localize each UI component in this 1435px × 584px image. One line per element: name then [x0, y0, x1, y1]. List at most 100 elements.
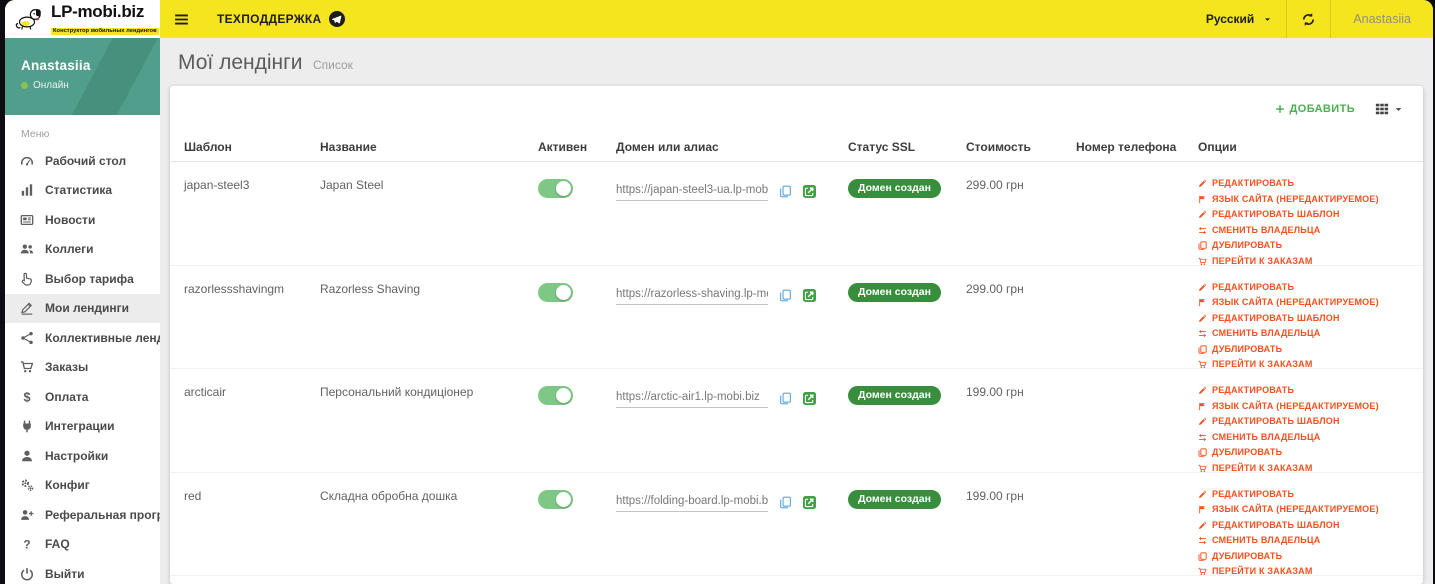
- copy-domain-icon[interactable]: [779, 392, 792, 408]
- option-site-language[interactable]: ЯЗЫК САЙТА (НЕРЕДАКТИРУЕМОЕ): [1198, 502, 1413, 518]
- option-edit-template[interactable]: РЕДАКТИРОВАТЬ ШАБЛОН: [1198, 414, 1413, 430]
- open-site-icon[interactable]: [803, 392, 816, 405]
- menu-section-label: Меню: [21, 128, 50, 140]
- cell-landing-name: Персональний кондиціонер: [320, 385, 474, 399]
- table-row: japan-steel3 Japan Steel https://japan-s…: [170, 162, 1423, 266]
- column-header: Номер телефона: [1076, 139, 1177, 154]
- edit-icon: [1198, 386, 1208, 395]
- option-duplicate[interactable]: ДУБЛИРОВАТЬ: [1198, 549, 1413, 565]
- page-header: Мої лендінги Список: [160, 38, 1433, 86]
- sidebar: Anastasiia Онлайн Меню Рабочий стол Стат…: [5, 38, 195, 584]
- table-grid-icon: [1375, 102, 1389, 116]
- cell-price: 299.00 грн: [966, 178, 1024, 192]
- domain-input[interactable]: https://arctic-air1.lp-mobi.biz: [616, 391, 768, 408]
- option-site-language[interactable]: ЯЗЫК САЙТА (НЕРЕДАКТИРУЕМОЕ): [1198, 399, 1413, 415]
- sidebar-item-tariff[interactable]: Выбор тарифа: [5, 264, 160, 294]
- sidebar-item-orders[interactable]: Заказы: [5, 353, 160, 383]
- cell-options: РЕДАКТИРОВАТЬ ЯЗЫК САЙТА (НЕРЕДАКТИРУЕМО…: [1198, 383, 1423, 476]
- sidebar-item-collective-landings[interactable]: Коллективные лендинги: [5, 323, 191, 353]
- exchange-icon: [1198, 226, 1208, 235]
- option-change-owner[interactable]: СМЕНИТЬ ВЛАДЕЛЬЦА: [1198, 533, 1413, 549]
- copy-domain-icon[interactable]: [779, 185, 792, 201]
- option-go-to-orders[interactable]: ПЕРЕЙТИ К ЗАКАЗАМ: [1198, 357, 1413, 373]
- refresh-icon: [1301, 12, 1316, 27]
- sidebar-item-logout[interactable]: Выйти: [5, 559, 160, 584]
- sidebar-item-payment[interactable]: $ Оплата: [5, 382, 160, 412]
- support-button[interactable]: ТЕХПОДДЕРЖКА: [203, 0, 359, 38]
- option-change-owner[interactable]: СМЕНИТЬ ВЛАДЕЛЬЦА: [1198, 223, 1413, 239]
- chevron-down-icon: [1263, 15, 1272, 24]
- online-status-dot: [21, 82, 28, 89]
- menu-toggle-button[interactable]: [160, 0, 203, 38]
- option-go-to-orders[interactable]: ПЕРЕЙТИ К ЗАКАЗАМ: [1198, 564, 1413, 580]
- user-menu[interactable]: Anastasiia: [1331, 0, 1433, 38]
- cart-icon: [1198, 360, 1208, 369]
- option-edit[interactable]: РЕДАКТИРОВАТЬ: [1198, 280, 1413, 296]
- sidebar-item-config[interactable]: Конфиг: [5, 471, 160, 501]
- domain-input[interactable]: https://folding-board.lp-mobi.biz: [616, 495, 768, 512]
- option-edit-template[interactable]: РЕДАКТИРОВАТЬ ШАБЛОН: [1198, 311, 1413, 327]
- sidebar-item-my-landings[interactable]: Мои лендинги: [5, 293, 160, 323]
- open-site-icon[interactable]: [803, 185, 816, 198]
- option-go-to-orders[interactable]: ПЕРЕЙТИ К ЗАКАЗАМ: [1198, 254, 1413, 270]
- active-toggle[interactable]: [538, 179, 573, 198]
- open-site-icon[interactable]: [803, 288, 816, 302]
- active-toggle[interactable]: [538, 489, 573, 509]
- edit-icon: [1198, 283, 1208, 292]
- refresh-button[interactable]: [1287, 0, 1330, 38]
- brand-text: LP-mobi.biz Конструктор мобильных лендин…: [51, 3, 159, 36]
- add-button-label: ДОБАВИТЬ: [1289, 103, 1355, 115]
- table-row: red Складна обробна дошка https://foldin…: [170, 473, 1423, 580]
- cell-ssl-status: Домен создан: [848, 178, 966, 198]
- logo[interactable]: LP-mobi.biz Конструктор мобильных лендин…: [5, 0, 160, 38]
- cell-landing-name: Japan Steel: [320, 178, 384, 192]
- copy-domain-icon[interactable]: [779, 496, 792, 512]
- chevron-down-icon: [1394, 105, 1403, 114]
- option-edit-template[interactable]: РЕДАКТИРОВАТЬ ШАБЛОН: [1198, 207, 1413, 223]
- add-button[interactable]: ДОБАВИТЬ: [1275, 103, 1356, 115]
- cell-template-name: arcticair: [184, 385, 227, 399]
- option-site-language[interactable]: ЯЗЫК САЙТА (НЕРЕДАКТИРУЕМОЕ): [1198, 295, 1413, 311]
- sidebar-item-integrations[interactable]: Интеграции: [5, 412, 160, 442]
- sidebar-item-dashboard[interactable]: Рабочий стол: [5, 146, 160, 176]
- sidebar-item-news[interactable]: Новости: [5, 205, 160, 235]
- cell-landing-name: Складна обробна дошка: [320, 488, 458, 503]
- domain-input[interactable]: https://japan-steel3-ua.lp-mobi.biz: [616, 184, 768, 201]
- duplicate-icon: [1198, 241, 1208, 251]
- open-site-icon[interactable]: [803, 495, 816, 509]
- option-duplicate[interactable]: ДУБЛИРОВАТЬ: [1198, 342, 1413, 358]
- main-content: Мої лендінги Список ДОБАВИТЬ Шаблон Назв…: [160, 38, 1433, 584]
- view-mode-dropdown[interactable]: [1375, 102, 1403, 116]
- option-change-owner[interactable]: СМЕНИТЬ ВЛАДЕЛЬЦА: [1198, 430, 1413, 446]
- option-site-language[interactable]: ЯЗЫК САЙТА (НЕРЕДАКТИРУЕМОЕ): [1198, 192, 1413, 208]
- exchange-icon: [1198, 329, 1208, 338]
- plug-icon: [19, 419, 35, 433]
- option-edit[interactable]: РЕДАКТИРОВАТЬ: [1198, 383, 1413, 399]
- option-duplicate[interactable]: ДУБЛИРОВАТЬ: [1198, 238, 1413, 254]
- sidebar-item-settings[interactable]: Настройки: [5, 441, 160, 471]
- user-icon: [19, 449, 35, 463]
- sidebar-item-faq[interactable]: ? FAQ: [5, 530, 160, 560]
- option-change-owner[interactable]: СМЕНИТЬ ВЛАДЕЛЬЦА: [1198, 326, 1413, 342]
- language-selector[interactable]: Русский: [1192, 0, 1287, 38]
- sidebar-item-statistics[interactable]: Статистика: [5, 176, 160, 206]
- option-edit-template[interactable]: РЕДАКТИРОВАТЬ ШАБЛОН: [1198, 518, 1413, 534]
- hand-pointer-icon: [19, 272, 35, 286]
- option-go-to-orders[interactable]: ПЕРЕЙТИ К ЗАКАЗАМ: [1198, 461, 1413, 477]
- ssl-status-badge: Домен создан: [848, 282, 941, 302]
- copy-domain-icon[interactable]: [779, 289, 792, 305]
- option-duplicate[interactable]: ДУБЛИРОВАТЬ: [1198, 445, 1413, 461]
- option-edit[interactable]: РЕДАКТИРОВАТЬ: [1198, 176, 1413, 192]
- sidebar-item-referral[interactable]: Реферальная программа: [5, 500, 195, 530]
- table-row: razorlessshavingm Razorless Shaving http…: [170, 266, 1423, 373]
- page-title: Мої лендінги: [178, 51, 303, 74]
- column-header: Шаблон: [184, 139, 232, 154]
- stats-icon: [19, 183, 35, 197]
- plus-icon: [1275, 104, 1285, 114]
- domain-input[interactable]: https://razorless-shaving.lp-mobi.biz: [616, 288, 768, 305]
- sidebar-item-colleagues[interactable]: Коллеги: [5, 235, 160, 265]
- option-edit[interactable]: РЕДАКТИРОВАТЬ: [1198, 487, 1413, 503]
- user-name: Anastasiia: [21, 58, 91, 73]
- active-toggle[interactable]: [538, 282, 573, 302]
- active-toggle[interactable]: [538, 386, 573, 405]
